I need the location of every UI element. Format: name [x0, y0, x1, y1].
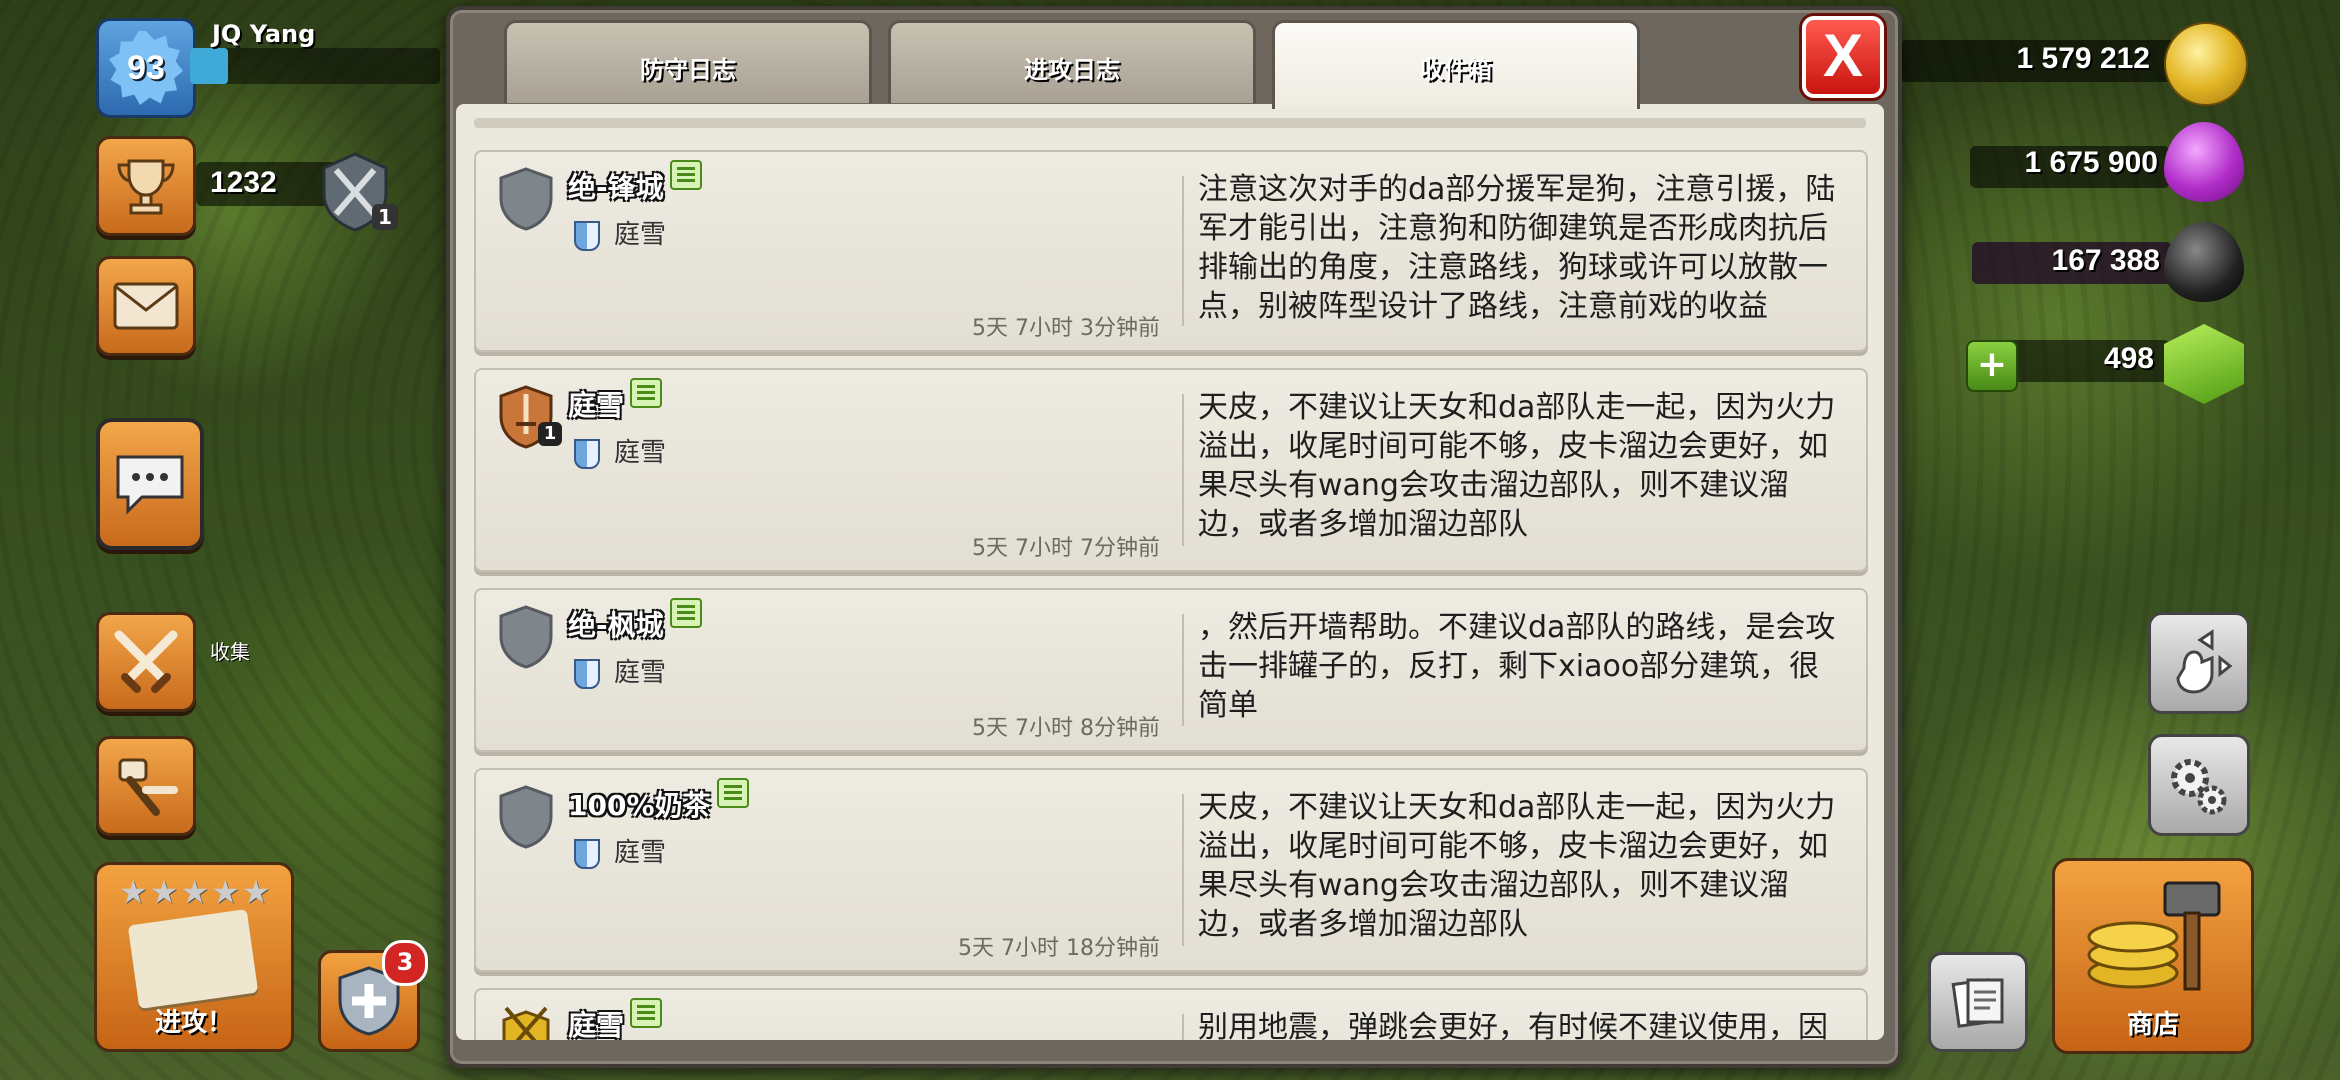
settings-button[interactable] [2148, 734, 2250, 836]
sender-clan: 庭雪 [574, 652, 666, 689]
inbox-list[interactable]: 绝-锋城 庭雪 5天 7小时 3分钟前 注意这次对手的da部分援军是狗，注意引援… [456, 104, 1884, 1040]
tab-attack-log[interactable]: 进攻日志 [888, 20, 1256, 103]
clan-badge-icon [574, 838, 600, 869]
clan-list-icon[interactable] [669, 598, 702, 628]
tab-defense-log[interactable]: 防守日志 [504, 20, 872, 103]
chat-button[interactable] [96, 418, 204, 550]
trophy-count: 1232 [210, 166, 277, 199]
attack-button[interactable]: ★★★★★ 进攻！ [94, 862, 294, 1052]
message-divider [1182, 794, 1184, 946]
chat-bubble-icon [116, 455, 184, 515]
message-time: 5天 7小时 8分钟前 [972, 716, 1160, 741]
message-body: 注意这次对手的da部分援军是狗，注意引援，陆军才能引出，注意狗和防御建筑是否形成… [1198, 172, 1836, 324]
gears-icon [2171, 759, 2227, 815]
empty-shield-icon [499, 605, 553, 669]
close-button[interactable]: X [1802, 16, 1884, 98]
sender-clan: 庭雪 [574, 432, 666, 469]
gem-amount: 498 [2103, 342, 2154, 375]
sender-name: 绝-锋城 [568, 160, 702, 206]
sender-name: 100%奶茶 [568, 778, 749, 824]
clan-badge-icon [574, 220, 600, 251]
gold-coin-icon[interactable] [2164, 22, 2248, 106]
message-divider [1182, 614, 1184, 726]
experience-level-badge[interactable]: 93 [96, 18, 196, 118]
empty-shield-icon [499, 167, 553, 231]
sender-clan: 庭雪 [574, 832, 666, 869]
message-time: 5天 7小时 7分钟前 [972, 536, 1160, 561]
sender-name: 绝-枫城 [568, 598, 702, 644]
edit-layout-button[interactable] [2148, 612, 2250, 714]
clan-list-icon[interactable] [630, 998, 663, 1028]
battle-map-icon [127, 909, 259, 1009]
sender-name: 庭雪 [568, 998, 663, 1040]
list-top-divider [474, 118, 1866, 128]
clan-badge-icon [574, 658, 600, 689]
inbox-message[interactable]: 1 庭雪 庭雪 5天 7小时 7分钟前 天皮，不建议让天女和da部队走一起，因为… [474, 368, 1868, 572]
move-hand-icon [2176, 629, 2233, 694]
dark-elixir-amount: 167 388 [2051, 244, 2160, 277]
gold-amount: 1 579 212 [2016, 42, 2150, 75]
level-star-icon: 93 [109, 31, 183, 105]
inbox-message[interactable]: 100%奶茶 庭雪 5天 7小时 18分钟前 天皮，不建议让天女和da部队走一起… [474, 768, 1868, 972]
message-time: 5天 7小时 18分钟前 [958, 936, 1160, 961]
sender-name: 庭雪 [568, 378, 663, 424]
message-time: 5天 7小时 3分钟前 [972, 316, 1160, 341]
sender-rank-badge: 1 [538, 422, 562, 446]
gold-crossed-swords-icon [502, 1006, 550, 1040]
news-button[interactable] [1928, 952, 2028, 1052]
message-divider [1182, 1014, 1184, 1040]
crossed-swords-icon [114, 630, 178, 693]
inbox-message[interactable]: 绝-锋城 庭雪 5天 7小时 3分钟前 注意这次对手的da部分援军是狗，注意引援… [474, 150, 1868, 352]
shop-coins-hammer-icon [2087, 881, 2221, 991]
mail-button[interactable] [96, 256, 196, 356]
clan-list-icon[interactable] [630, 378, 663, 408]
battle-button[interactable] [96, 612, 196, 712]
empty-shield-icon [499, 785, 553, 849]
message-divider [1182, 176, 1184, 326]
message-body: 天皮，不建议让天女和da部队走一起，因为火力溢出，收尾时间可能不够，皮卡溜边会更… [1198, 790, 1836, 942]
clan-badge-icon [574, 438, 600, 469]
attack-stars: ★★★★★ [119, 873, 273, 911]
message-body: 别用地震，弹跳会更好，有时候不建议使用，因 [1198, 1010, 1828, 1040]
message-body: ，然后开墙帮助。不建议da部队的路线，是会攻击一排罐子的，反打，剩下xiaoo部… [1198, 610, 1836, 723]
sender-clan: 庭雪 [574, 214, 666, 251]
builder-hammer-icon [118, 758, 178, 816]
collect-label[interactable]: 收集 [210, 636, 250, 665]
builder-button[interactable] [96, 736, 196, 836]
elixir-amount: 1 675 900 [2024, 146, 2158, 179]
message-divider [1182, 394, 1184, 546]
league-rank-badge: 1 [372, 204, 398, 230]
attack-label: 进攻！ [154, 1008, 233, 1038]
buy-gems-button[interactable]: + [1966, 340, 2018, 392]
xp-bar-fill [190, 48, 228, 84]
message-body: 天皮，不建议让天女和da部队走一起，因为火力溢出，收尾时间可能不够，皮卡溜边会更… [1198, 390, 1836, 542]
inbox-message[interactable]: 庭雪 别用地震，弹跳会更好，有时候不建议使用，因 [474, 988, 1868, 1040]
xp-bar [190, 48, 440, 84]
envelope-icon [113, 282, 179, 330]
notification-badge: 3 [382, 940, 428, 986]
inbox-message[interactable]: 绝-枫城 庭雪 5天 7小时 8分钟前 ，然后开墙帮助。不建议da部队的路线，是… [474, 588, 1868, 752]
trophy-button[interactable] [96, 136, 196, 236]
player-name: JQ Yang [212, 20, 316, 48]
trophy-icon [117, 159, 175, 215]
tab-inbox[interactable]: 收件箱 [1272, 20, 1640, 109]
shop-button[interactable]: 商店 [2052, 858, 2254, 1054]
clan-list-icon[interactable] [669, 160, 702, 190]
documents-icon [1951, 978, 2004, 1028]
clan-list-icon[interactable] [716, 778, 749, 808]
level-number: 93 [127, 48, 165, 87]
shop-label: 商店 [2126, 1010, 2179, 1040]
